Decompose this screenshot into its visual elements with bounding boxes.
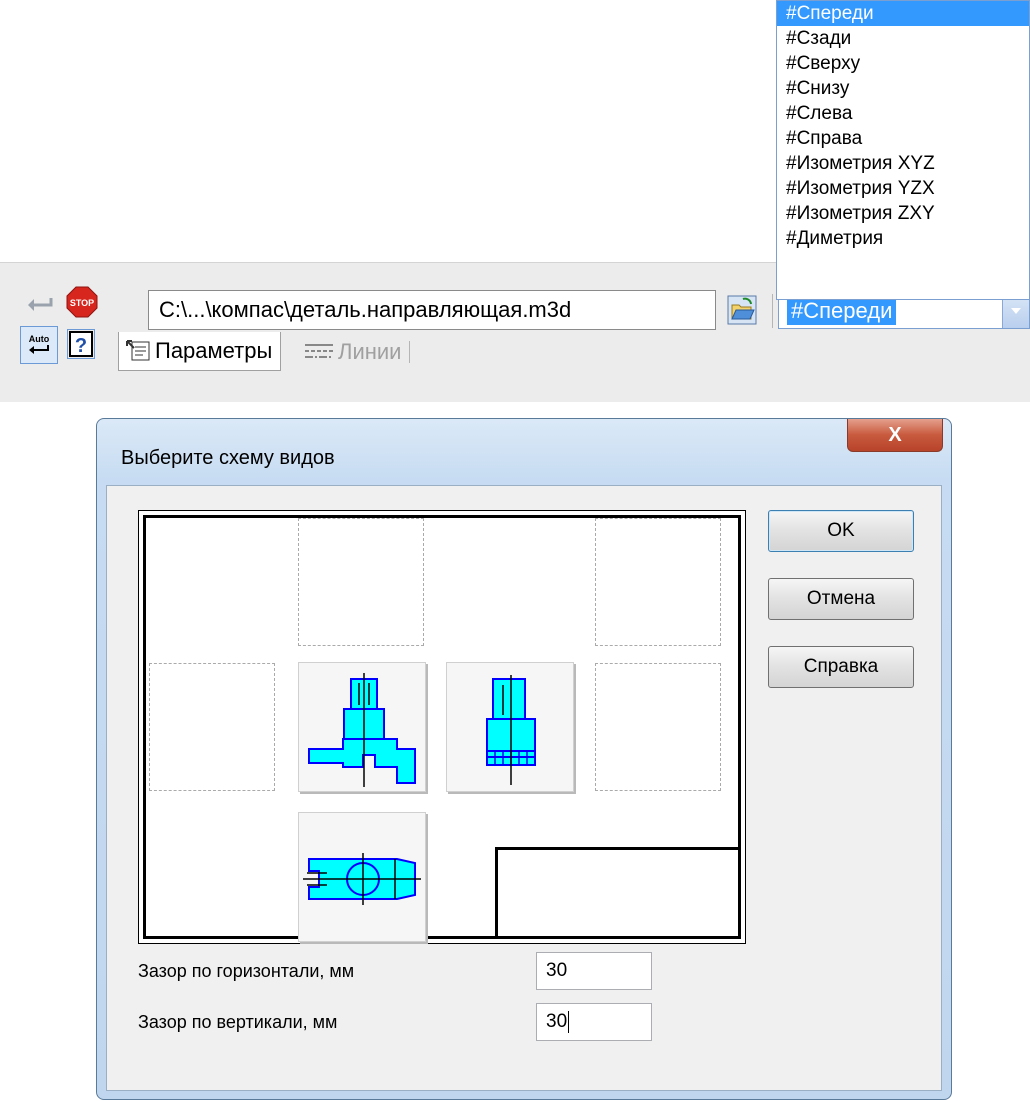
dropdown-item[interactable]: #Диметрия (777, 226, 1029, 251)
cancel-button-label: Отмена (806, 588, 876, 609)
file-path-text: C:\...\компас\деталь.направляющая.m3d (159, 297, 572, 322)
view-scheme-dialog: Выберите схему видов X OK Отмена Справка… (96, 418, 952, 1100)
title-block (495, 847, 741, 939)
svg-text:?: ? (75, 335, 87, 357)
auto-label: Auto (28, 333, 50, 344)
enter-arrow-icon[interactable] (22, 290, 58, 318)
empty-view-slot[interactable] (298, 518, 424, 646)
ok-button-label: OK (827, 520, 855, 541)
stop-icon[interactable]: STOP (64, 284, 100, 320)
help-button[interactable]: Справка (768, 646, 914, 688)
enter-arrow-icon (29, 344, 49, 354)
open-file-icon[interactable] (722, 290, 762, 330)
drawing-frame (143, 515, 741, 942)
left-view-thumbnail[interactable] (446, 662, 574, 792)
tab-strip: Параметры Линии (112, 332, 452, 372)
dropdown-item[interactable]: #Справа (777, 126, 1029, 151)
dropdown-item[interactable]: #Изометрия XYZ (777, 151, 1029, 176)
dropdown-item[interactable]: #Снизу (777, 76, 1029, 101)
text-cursor (568, 1011, 570, 1033)
ok-button[interactable]: OK (768, 510, 914, 552)
dropdown-item[interactable]: #Сверху (777, 51, 1029, 76)
tab-parameters-label: Параметры (155, 338, 273, 363)
dialog-title: Выберите схему видов (121, 447, 335, 469)
dialog-client-area: OK Отмена Справка Зазор по горизонтали, … (106, 485, 942, 1091)
file-path-field[interactable]: C:\...\компас\деталь.направляющая.m3d (148, 290, 716, 330)
toolbar-separator (772, 294, 773, 328)
empty-view-slot[interactable] (595, 663, 721, 791)
left-view-drawing (486, 675, 536, 785)
cancel-button[interactable]: Отмена (768, 578, 914, 620)
horizontal-gap-value: 30 (546, 960, 568, 981)
orientation-dropdown-list[interactable]: #Спереди #Сзади #Сверху #Снизу #Слева #С… (776, 0, 1030, 300)
help-button-label: Справка (803, 656, 879, 677)
dropdown-item[interactable]: #Изометрия ZXY (777, 201, 1029, 226)
empty-view-slot[interactable] (595, 518, 721, 646)
empty-view-slot[interactable] (149, 663, 275, 791)
top-view-thumbnail[interactable] (298, 812, 426, 942)
top-view-drawing (303, 853, 421, 905)
lines-icon (305, 344, 333, 358)
close-icon: X (888, 423, 902, 446)
dropdown-item[interactable]: #Спереди (777, 1, 1029, 26)
auto-create-button[interactable]: Auto (20, 326, 58, 364)
front-view-drawing (308, 673, 416, 787)
vertical-gap-value: 30 (546, 1011, 568, 1032)
tab-parameters[interactable]: Параметры (118, 332, 282, 371)
view-scheme-preview (138, 510, 746, 944)
dropdown-item[interactable]: #Слева (777, 101, 1029, 126)
horizontal-gap-field[interactable]: 30 (536, 952, 652, 990)
tab-lines[interactable]: Линии (304, 332, 411, 372)
help-icon[interactable]: ? (66, 328, 96, 360)
tab-lines-label: Линии (338, 339, 402, 364)
combo-selected-value: #Спереди (787, 297, 897, 325)
vertical-gap-label: Зазор по вертикали, мм (138, 1012, 338, 1032)
horizontal-gap-label: Зазор по горизонтали, мм (138, 961, 355, 981)
vertical-gap-field[interactable]: 30 (536, 1003, 652, 1041)
front-view-thumbnail[interactable] (298, 662, 426, 792)
dropdown-item[interactable]: #Сзади (777, 26, 1029, 51)
dropdown-item[interactable]: #Изометрия YZX (777, 176, 1029, 201)
parameters-icon (126, 340, 150, 361)
svg-text:STOP: STOP (70, 298, 94, 308)
close-button[interactable]: X (847, 419, 943, 452)
